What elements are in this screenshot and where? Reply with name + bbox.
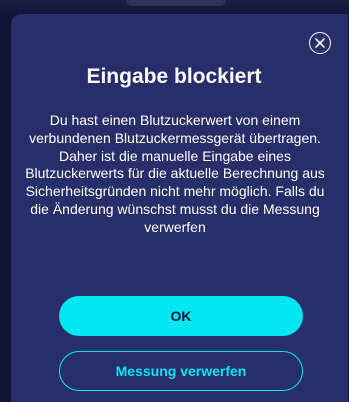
close-button[interactable]	[309, 32, 331, 54]
ok-button[interactable]: OK	[59, 296, 303, 336]
drag-handle	[126, 0, 226, 6]
discard-measurement-button[interactable]: Messung verwerfen	[59, 351, 303, 391]
blocked-input-dialog: Eingabe blockiert Du hast einen Blutzuck…	[11, 14, 348, 402]
screen: Eingabe blockiert Du hast einen Blutzuck…	[0, 0, 349, 402]
status-strip	[0, 0, 349, 14]
close-icon	[315, 38, 325, 48]
dialog-message: Du hast einen Blutzuckerwert von einem v…	[25, 112, 325, 235]
dialog-title: Eingabe blockiert	[86, 65, 262, 88]
